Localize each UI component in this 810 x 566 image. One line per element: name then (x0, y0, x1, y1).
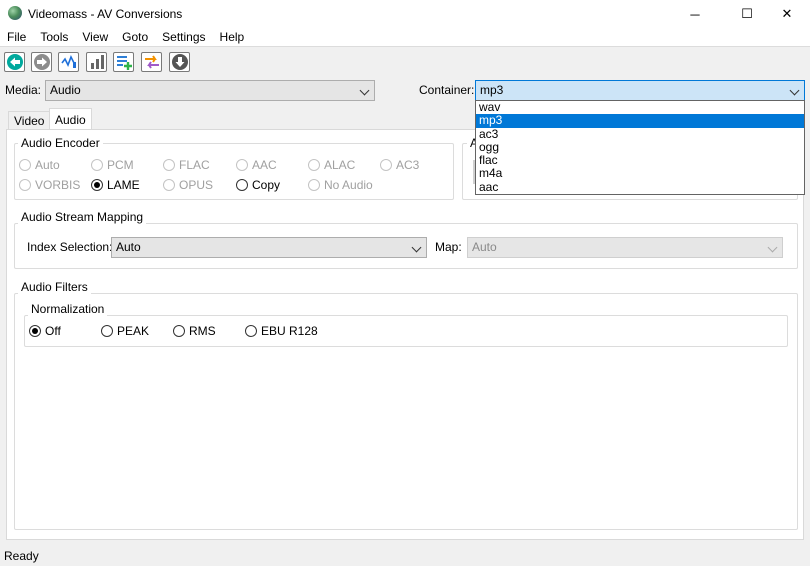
media-value: Audio (50, 83, 81, 97)
encoder-copy-radio[interactable]: Copy (236, 178, 280, 192)
encoder-auto-radio[interactable]: Auto (19, 158, 60, 172)
swap-button[interactable] (141, 52, 162, 72)
container-value: mp3 (480, 83, 504, 97)
encoder-ac3-radio[interactable]: AC3 (380, 158, 419, 172)
index-selection-label: Index Selection: (27, 240, 113, 254)
chevron-down-icon (411, 242, 422, 253)
container-select[interactable]: mp3 (475, 80, 805, 101)
tab-video[interactable]: Video (8, 111, 51, 130)
menu-tools[interactable]: Tools (40, 30, 68, 44)
volume-button[interactable] (58, 52, 79, 72)
container-label: Container: (419, 83, 475, 97)
container-option-m4a[interactable]: m4a (476, 167, 804, 180)
map-value: Auto (472, 240, 497, 254)
encoder-opus-radio[interactable]: OPUS (163, 178, 213, 192)
encoder-pcm-radio[interactable]: PCM (91, 158, 134, 172)
audio-volume-icon (60, 55, 76, 68)
encoder-lame-radio[interactable]: LAME (91, 178, 140, 192)
normalization-rms-radio[interactable]: RMS (173, 324, 216, 338)
close-button[interactable]: ✕ (764, 0, 810, 28)
media-select[interactable]: Audio (45, 80, 375, 101)
stream-mapping-title: Audio Stream Mapping (18, 210, 147, 224)
peak-level-icon (90, 55, 104, 69)
menu-view[interactable]: View (82, 30, 108, 44)
swap-icon (144, 55, 159, 69)
normalization-title: Normalization (28, 302, 108, 316)
normalization-ebu-r128-radio[interactable]: EBU R128 (245, 324, 318, 338)
menu-settings[interactable]: Settings (162, 30, 205, 44)
forward-icon (33, 54, 50, 70)
audio-filters-title: Audio Filters (18, 280, 91, 294)
forward-button[interactable] (31, 52, 52, 72)
menu-help[interactable]: Help (220, 30, 245, 44)
container-option-ac3[interactable]: ac3 (476, 127, 804, 141)
add-queue-icon (116, 56, 132, 70)
index-selection-value: Auto (116, 240, 141, 254)
container-option-mp3[interactable]: mp3 (476, 114, 804, 128)
add-queue-button[interactable] (113, 52, 134, 72)
container-option-aac[interactable]: aac (476, 180, 804, 194)
chevron-down-icon (767, 242, 778, 253)
encoder-aac-radio[interactable]: AAC (236, 158, 277, 172)
window-title: Videomass - AV Conversions (28, 7, 183, 21)
normalization-off-radio[interactable]: Off (29, 324, 61, 338)
encoder-flac-radio[interactable]: FLAC (163, 158, 210, 172)
peak-level-button[interactable] (86, 52, 107, 72)
toolbar (0, 46, 810, 78)
index-selection-select[interactable]: Auto (111, 237, 427, 258)
container-option-wav[interactable]: wav (476, 100, 804, 114)
audio-encoder-title: Audio Encoder (18, 136, 103, 150)
minimize-button[interactable]: ─ (672, 0, 718, 28)
menu-file[interactable]: File (7, 30, 26, 44)
back-button[interactable] (4, 52, 25, 72)
status-bar: Ready (0, 546, 810, 566)
status-text: Ready (4, 549, 39, 563)
encoder-alac-radio[interactable]: ALAC (308, 158, 355, 172)
back-icon (6, 54, 23, 70)
menu-bar: File Tools View Goto Settings Help (0, 28, 810, 46)
title-bar: Videomass - AV Conversions ─ ☐ ✕ (0, 0, 810, 28)
map-label: Map: (435, 240, 462, 254)
container-option-ogg[interactable]: ogg (476, 140, 804, 154)
download-icon (171, 54, 188, 70)
chevron-down-icon (359, 85, 370, 96)
media-label: Media: (5, 83, 42, 97)
tab-audio[interactable]: Audio (49, 108, 92, 130)
chevron-down-icon (789, 85, 800, 96)
app-globe-icon (8, 6, 22, 20)
menu-goto[interactable]: Goto (122, 30, 148, 44)
container-option-flac[interactable]: flac (476, 154, 804, 167)
encoder-no-audio-radio[interactable]: No Audio (308, 178, 373, 192)
encoder-vorbis-radio[interactable]: VORBIS (19, 178, 80, 192)
container-dropdown-list: wav mp3 ac3 ogg flac m4a aac (475, 100, 805, 195)
map-select[interactable]: Auto (467, 237, 783, 258)
normalization-peak-radio[interactable]: PEAK (101, 324, 149, 338)
download-button[interactable] (169, 52, 190, 72)
